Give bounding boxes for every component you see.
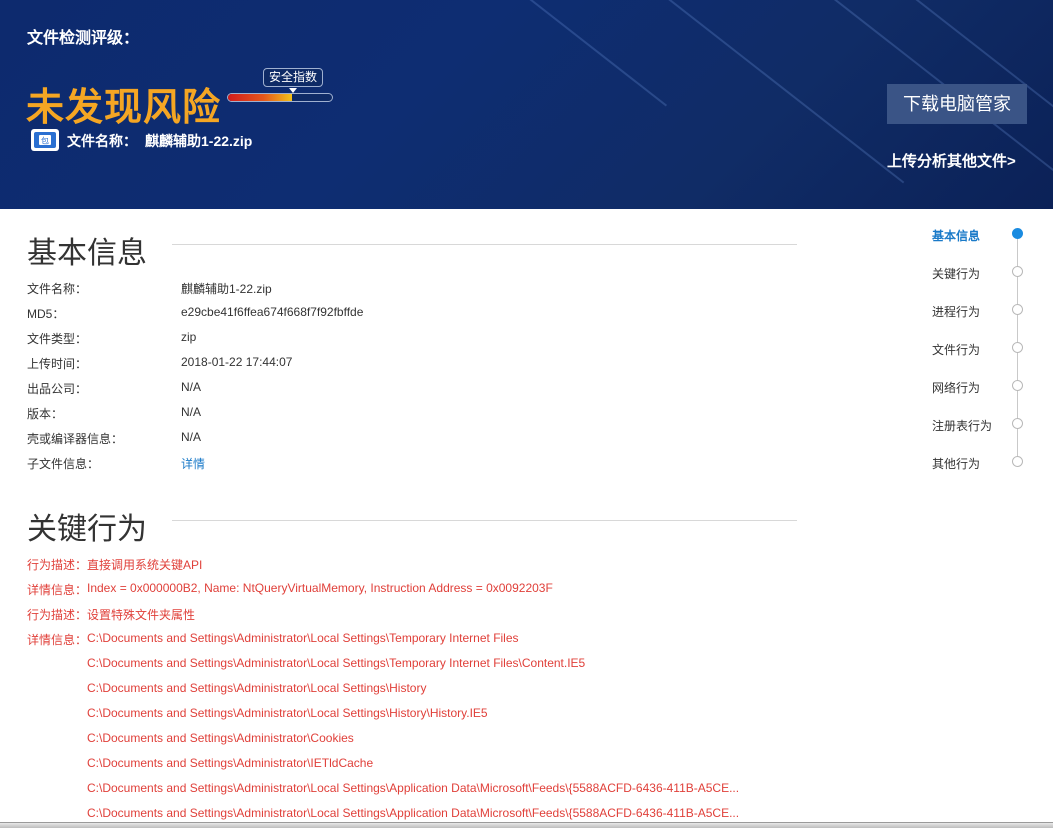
behavior-detail: C:\Documents and Settings\Administrator\… [87,631,519,645]
behavior-detail: Index = 0x000000B2, Name: NtQueryVirtual… [87,581,553,595]
info-value: 麒麟辅助1-22.zip [181,282,272,296]
info-label: 子文件信息： [27,457,100,471]
info-value: N/A [181,405,202,419]
file-name-label: 文件名称： [67,133,137,149]
download-manager-button[interactable]: 下载电脑管家 [887,84,1027,124]
nav-dot-icon[interactable] [1012,342,1023,353]
nav-dot-icon[interactable] [1012,456,1023,467]
info-label: 文件类型： [27,332,88,346]
info-value: 2018-01-22 17:44:07 [181,355,293,369]
info-label: 壳或编译器信息： [27,432,124,446]
behavior-detail: C:\Documents and Settings\Administrator\… [87,706,488,720]
header-file-line: 文件名称： 麒麟辅助1-22.zip [67,131,252,151]
info-label: 版本： [27,407,64,421]
rating-label: 文件检测评级： [27,30,140,47]
decor-streak [429,0,668,107]
safety-index-tag: 安全指数 [263,68,324,87]
behavior-detail: C:\Documents and Settings\Administrator\… [87,731,354,745]
section-divider [172,244,797,245]
subfile-details-link[interactable]: 详情 [181,455,205,472]
behavior-prefix: 详情信息： [27,583,88,597]
safety-index-bar [227,93,333,102]
behavior-prefix: 详情信息： [27,633,88,647]
upload-other-file-link[interactable]: 上传分析其他文件> [887,150,1016,171]
window-bottom-edge [0,822,1053,828]
behavior-detail: C:\Documents and Settings\Administrator\… [87,781,740,795]
behavior-detail: 直接调用系统关键API [87,558,203,572]
nav-item[interactable]: 文件行为 [932,341,980,358]
info-value: N/A [181,430,202,444]
file-name-value: 麒麟辅助1-22.zip [145,133,253,149]
info-label: 文件名称： [27,282,88,296]
nav-item[interactable]: 进程行为 [932,303,980,320]
behavior-detail: C:\Documents and Settings\Administrator\… [87,656,586,670]
svg-text:包: 包 [41,136,49,146]
key-behavior-title: 关键行为 [27,513,147,546]
nav-dot-icon[interactable] [1012,380,1023,391]
nav-item[interactable]: 基本信息 [932,227,980,244]
info-label: MD5： [27,307,65,321]
package-file-icon: 包 [31,129,59,151]
safety-pointer-icon [289,88,297,93]
info-value: N/A [181,380,202,394]
info-label: 出品公司： [27,382,88,396]
behavior-detail: C:\Documents and Settings\Administrator\… [87,756,374,770]
nav-dot-icon[interactable] [1012,418,1023,429]
nav-dot-icon[interactable] [1012,304,1023,315]
nav-item[interactable]: 其他行为 [932,455,980,472]
behavior-detail: 设置特殊文件夹属性 [87,608,196,622]
safety-index-fill [228,94,293,101]
nav-item[interactable]: 注册表行为 [932,417,992,434]
behavior-prefix: 行为描述： [27,558,88,572]
section-divider [172,520,797,521]
behavior-detail: C:\Documents and Settings\Administrator\… [87,681,427,695]
basic-info-title: 基本信息 [27,237,147,270]
behavior-detail: C:\Documents and Settings\Administrator\… [87,806,740,820]
nav-dot-icon[interactable] [1012,228,1023,239]
decor-streak [619,0,905,184]
behavior-prefix: 行为描述： [27,608,88,622]
info-label: 上传时间： [27,357,88,371]
result-header: 文件检测评级： 未发现风险 安全指数 包 文件名称： 麒麟辅助1-22.zip 下… [0,0,1053,209]
verdict-text: 未发现风险 [26,87,222,129]
nav-item[interactable]: 网络行为 [932,379,980,396]
nav-item[interactable]: 关键行为 [932,265,980,282]
info-value: zip [181,330,197,344]
info-value: e29cbe41f6ffea674f668f7f92fbffde [181,305,364,319]
nav-dot-icon[interactable] [1012,266,1023,277]
